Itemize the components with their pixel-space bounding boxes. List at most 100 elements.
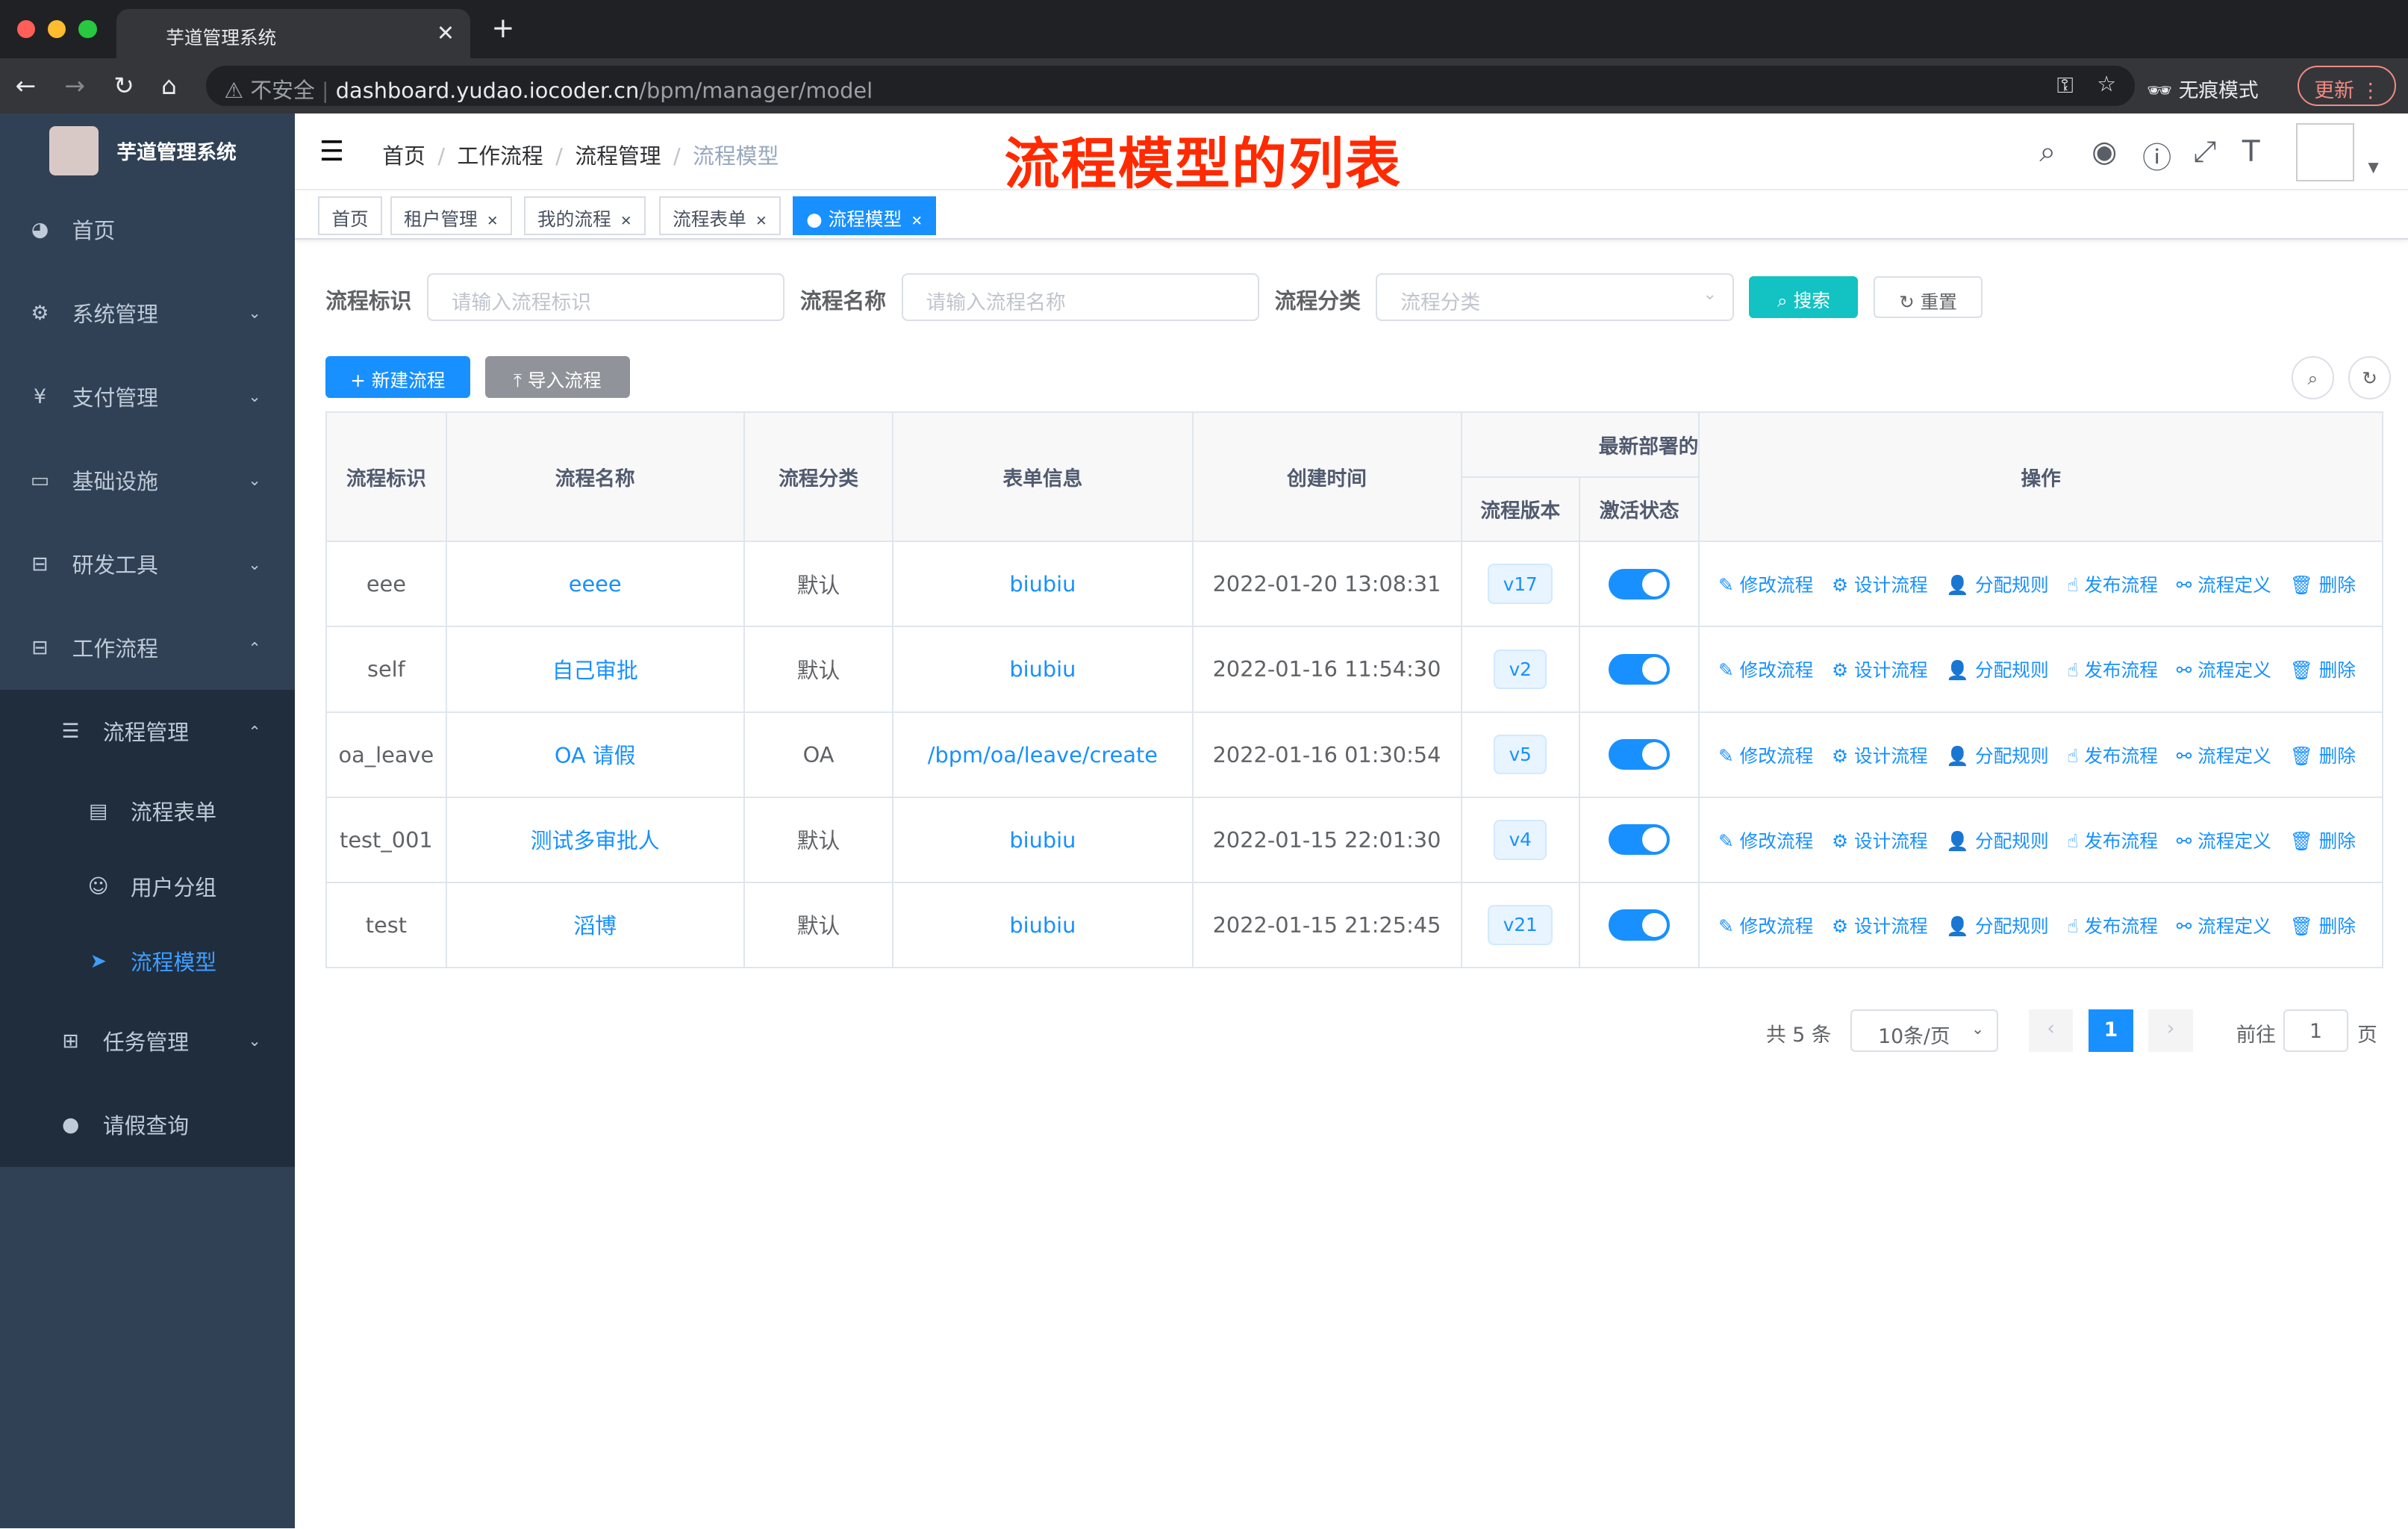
process-definition-button[interactable]: ⚯ 流程定义 <box>2177 745 2271 767</box>
sidebar-item-pay[interactable]: ¥ 支付管理 ⌄ <box>0 355 295 438</box>
design-process-button[interactable]: ⚙ 设计流程 <box>1832 915 1928 937</box>
edit-process-button[interactable]: ✎ 修改流程 <box>1718 915 1813 937</box>
sidebar-item-group[interactable]: ☺ 用户分组 <box>0 849 295 924</box>
sidebar-item-task[interactable]: ⊞ 任务管理 ⌄ <box>0 999 295 1083</box>
prev-page-button[interactable]: ‹ <box>2028 1009 2074 1053</box>
page-size-select[interactable]: 10条/页 ⌄ <box>1850 1009 1998 1053</box>
active-switch[interactable] <box>1609 568 1671 600</box>
close-icon[interactable]: ✕ <box>487 214 499 229</box>
active-switch[interactable] <box>1609 909 1671 941</box>
design-process-button[interactable]: ⚙ 设计流程 <box>1832 830 1928 852</box>
edit-process-button[interactable]: ✎ 修改流程 <box>1718 830 1813 852</box>
sidebar-item-model[interactable]: ➤ 流程模型 <box>0 924 295 999</box>
process-name-link[interactable]: OA 请假 <box>555 743 636 768</box>
help-icon[interactable]: ⓘ <box>2142 135 2171 177</box>
fullscreen-icon[interactable]: ⤢ <box>2193 135 2216 169</box>
design-process-button[interactable]: ⚙ 设计流程 <box>1832 745 1928 767</box>
github-icon[interactable]: ◉ <box>2092 135 2117 169</box>
edit-process-button[interactable]: ✎ 修改流程 <box>1718 745 1813 767</box>
assign-rule-button[interactable]: 👤 分配规则 <box>1946 574 2048 596</box>
hamburger-icon[interactable]: ☰ <box>319 135 344 167</box>
sidebar-item-system[interactable]: ⚙ 系统管理 ⌄ <box>0 271 295 355</box>
delete-button[interactable]: 🗑 删除 <box>2289 659 2356 681</box>
tag-model[interactable]: ● 流程模型 ✕ <box>792 196 937 235</box>
key-icon[interactable]: ⚿ <box>2057 72 2074 99</box>
assign-rule-button[interactable]: 👤 分配规则 <box>1946 659 2048 681</box>
form-link[interactable]: biubiu <box>1009 912 1076 938</box>
sidebar-item-infra[interactable]: ▭ 基础设施 ⌄ <box>0 438 295 522</box>
home-icon[interactable]: ⌂ <box>161 71 177 100</box>
font-size-icon[interactable]: T <box>2242 135 2260 169</box>
tag-my-process[interactable]: 我的流程 ✕ <box>523 196 646 235</box>
breadcrumb-item[interactable]: 首页 <box>382 143 425 169</box>
close-icon[interactable]: ✕ <box>620 214 632 229</box>
form-link[interactable]: /bpm/oa/leave/create <box>928 742 1158 767</box>
refresh-button[interactable]: ↻ <box>2348 356 2392 399</box>
sidebar-logo[interactable]: 芋道管理系统 <box>0 113 295 187</box>
caret-down-icon[interactable]: ▼ <box>2368 160 2379 175</box>
process-definition-button[interactable]: ⚯ 流程定义 <box>2177 915 2271 937</box>
goto-page-input[interactable]: 1 <box>2283 1009 2348 1053</box>
form-link[interactable]: biubiu <box>1009 656 1076 682</box>
search-button[interactable]: ⌕ 搜索 <box>1749 276 1859 318</box>
form-link[interactable]: biubiu <box>1009 827 1076 853</box>
close-icon[interactable]: ✕ <box>755 214 767 229</box>
deploy-process-button[interactable]: ☝ 发布流程 <box>2067 915 2158 937</box>
incognito-badge[interactable]: 🕶 无痕模式 <box>2147 66 2258 102</box>
reset-button[interactable]: ↻ 重置 <box>1874 276 1983 318</box>
update-button[interactable]: 更新 ⋮ <box>2297 66 2396 106</box>
search-icon[interactable]: ⌕ <box>2039 135 2056 169</box>
process-definition-button[interactable]: ⚯ 流程定义 <box>2177 574 2271 596</box>
back-icon[interactable]: ← <box>16 71 37 100</box>
process-name-link[interactable]: 滔博 <box>573 913 617 938</box>
assign-rule-button[interactable]: 👤 分配规则 <box>1946 830 2048 852</box>
sidebar-item-devtools[interactable]: ⊟ 研发工具 ⌄ <box>0 522 295 605</box>
active-switch[interactable] <box>1609 739 1671 770</box>
delete-button[interactable]: 🗑 删除 <box>2289 915 2356 937</box>
close-window-button[interactable] <box>16 19 36 39</box>
maximize-window-button[interactable] <box>78 19 97 39</box>
sidebar-item-leave[interactable]: ● 请假查询 <box>0 1083 295 1166</box>
breadcrumb-item[interactable]: 工作流程 <box>458 143 543 169</box>
delete-button[interactable]: 🗑 删除 <box>2289 745 2356 767</box>
process-definition-button[interactable]: ⚯ 流程定义 <box>2177 659 2271 681</box>
minimize-window-button[interactable] <box>47 19 66 39</box>
category-select[interactable]: 流程分类 ⌄ <box>1376 273 1734 321</box>
close-icon[interactable]: ✕ <box>911 214 923 229</box>
edit-process-button[interactable]: ✎ 修改流程 <box>1718 574 1813 596</box>
new-tab-button[interactable]: + <box>491 12 514 44</box>
active-switch[interactable] <box>1609 653 1671 685</box>
avatar[interactable] <box>2295 122 2354 181</box>
name-input[interactable]: 请输入流程名称 <box>901 273 1260 321</box>
design-process-button[interactable]: ⚙ 设计流程 <box>1832 574 1928 596</box>
browser-tab[interactable]: 芋道管理系统 ✕ <box>116 9 470 59</box>
sidebar-item-model-manage[interactable]: ☰ 流程管理 ⌃ <box>0 690 295 773</box>
assign-rule-button[interactable]: 👤 分配规则 <box>1946 745 2048 767</box>
design-process-button[interactable]: ⚙ 设计流程 <box>1832 659 1928 681</box>
forward-icon[interactable]: → <box>64 71 85 100</box>
deploy-process-button[interactable]: ☝ 发布流程 <box>2067 745 2158 767</box>
key-input[interactable]: 请输入流程标识 <box>426 273 785 321</box>
delete-button[interactable]: 🗑 删除 <box>2289 574 2356 596</box>
breadcrumb-item[interactable]: 流程管理 <box>575 143 661 169</box>
toggle-search-button[interactable]: ⌕ <box>2291 356 2335 399</box>
import-process-button[interactable]: ⤒ 导入流程 <box>485 356 630 398</box>
create-process-button[interactable]: + 新建流程 <box>325 356 470 398</box>
delete-button[interactable]: 🗑 删除 <box>2289 830 2356 852</box>
form-link[interactable]: biubiu <box>1009 571 1076 597</box>
deploy-process-button[interactable]: ☝ 发布流程 <box>2067 830 2158 852</box>
tag-home[interactable]: 首页 <box>317 196 383 235</box>
process-name-link[interactable]: 测试多审批人 <box>531 828 660 853</box>
active-switch[interactable] <box>1609 824 1671 856</box>
sidebar-item-home[interactable]: ◕ 首页 <box>0 187 295 271</box>
reload-icon[interactable]: ↻ <box>113 71 134 100</box>
process-definition-button[interactable]: ⚯ 流程定义 <box>2177 830 2271 852</box>
star-icon[interactable]: ☆ <box>2097 71 2116 96</box>
tag-form[interactable]: 流程表单 ✕ <box>658 196 782 235</box>
page-1-button[interactable]: 1 <box>2089 1009 2133 1053</box>
process-name-link[interactable]: 自己审批 <box>552 658 638 683</box>
url-input[interactable]: ⚠ 不安全 | dashboard.yudao.iocoder.cn/bpm/m… <box>205 66 2135 106</box>
process-name-link[interactable]: eeee <box>569 571 622 597</box>
sidebar-item-workflow[interactable]: ⊟ 工作流程 ⌃ <box>0 606 295 690</box>
tag-tenant[interactable]: 租户管理 ✕ <box>390 196 513 235</box>
